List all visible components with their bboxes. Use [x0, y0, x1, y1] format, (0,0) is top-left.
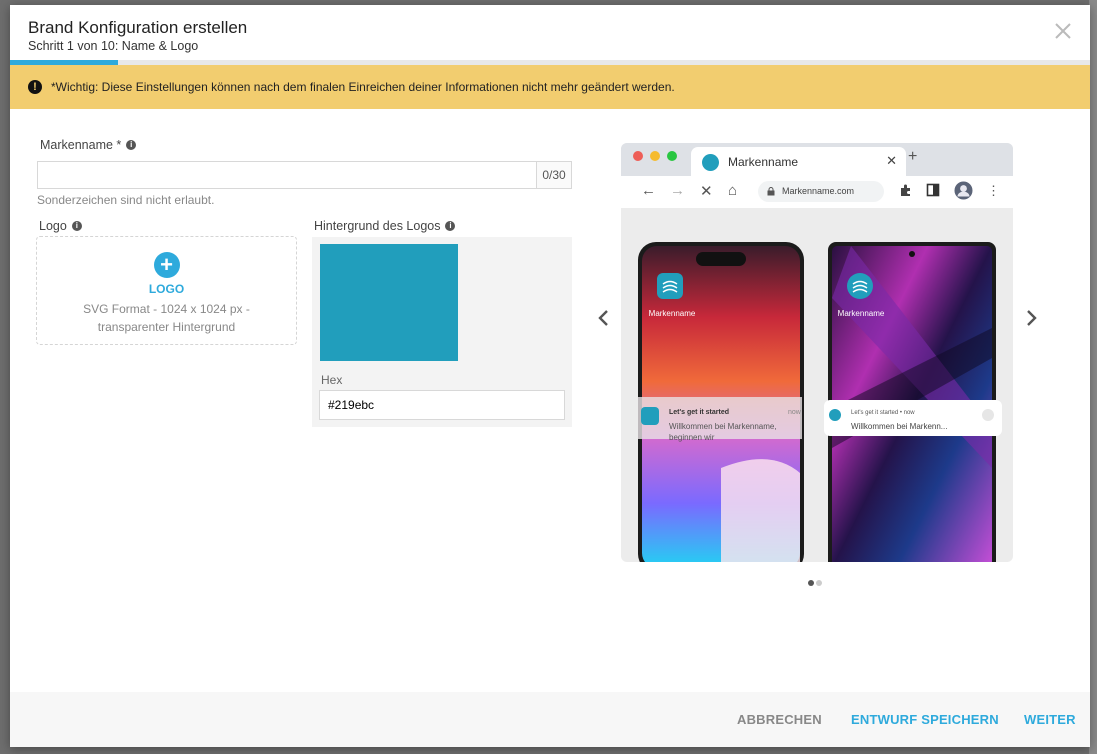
brand-name-label: Markenname * — [40, 138, 122, 152]
ios-notification-title: Let's get it started — [669, 409, 730, 416]
chevron-left-icon[interactable] — [596, 306, 612, 330]
logo-label: Logo — [39, 219, 67, 233]
tab-close-icon: ✕ — [886, 153, 897, 168]
more-icon: ⋮ — [987, 183, 1000, 198]
carousel-dot[interactable] — [816, 580, 822, 586]
forward-icon: → — [670, 182, 685, 199]
dialog-footer: ABBRECHEN ENTWURF SPEICHERN WEITER — [10, 692, 1090, 747]
browser-toolbar: ← → ✕ ⌂ Markenname.com ⋮ — [621, 176, 1013, 208]
new-tab-icon: + — [908, 148, 918, 165]
exclamation-icon: ! — [28, 80, 42, 94]
window-minimize-dot — [650, 151, 660, 161]
step-indicator: Schritt 1 von 10: Name & Logo — [28, 39, 199, 53]
add-icon: + — [153, 252, 180, 278]
chevron-right-icon[interactable] — [1023, 306, 1039, 330]
android-app-name: Markenname — [837, 309, 885, 318]
side-panel-icon — [926, 183, 940, 197]
brand-logo-icon — [702, 154, 719, 171]
brand-name-label-row: Markenname * i — [40, 138, 137, 152]
warning-text: *Wichtig: Diese Einstellungen können nac… — [51, 80, 675, 94]
home-icon: ⌂ — [728, 182, 738, 199]
color-swatch[interactable] — [320, 244, 458, 361]
background-page — [1089, 0, 1097, 754]
info-icon[interactable]: i — [126, 140, 137, 150]
extensions-icon — [901, 184, 910, 196]
notification-preview: Markenname ✕ + ← → ✕ ⌂ Markenname.com ⋮ … — [621, 143, 1013, 562]
profile-avatar-icon — [954, 181, 973, 200]
brand-name-hint: Sonderzeichen sind nicht erlaubt. — [37, 193, 215, 207]
cancel-button[interactable]: ABBRECHEN — [737, 712, 822, 727]
hex-label: Hex — [321, 373, 343, 387]
color-picker-panel: Hex — [312, 237, 572, 427]
browser-tab-title: Markenname — [728, 155, 799, 169]
logo-upload-label: LOGO — [148, 282, 185, 296]
hex-input[interactable] — [319, 390, 565, 420]
ios-app-name: Markenname — [648, 309, 696, 318]
logo-label-row: Logo i — [39, 219, 82, 233]
save-draft-button[interactable]: ENTWURF SPEICHERN — [851, 712, 999, 727]
logo-format-hint: SVG Format - 1024 x 1024 px - transparen… — [83, 302, 250, 334]
phones-illustration — [638, 242, 1002, 562]
logo-bg-label: Hintergrund des Logos — [314, 219, 441, 233]
browser-tab-bar: Markenname ✕ + — [621, 143, 1013, 176]
logo-bg-label-row: Hintergrund des Logos i — [314, 219, 456, 233]
window-maximize-dot — [667, 151, 677, 161]
logo-upload-area[interactable]: + LOGO SVG Format - 1024 x 1024 px - tra… — [36, 236, 297, 345]
info-icon[interactable]: i — [71, 221, 82, 231]
android-notification-text: Willkommen bei Markenn... — [851, 422, 948, 431]
brand-name-input[interactable] — [37, 161, 536, 189]
info-icon[interactable]: i — [445, 221, 456, 231]
warning-banner: ! *Wichtig: Diese Einstellungen können n… — [10, 65, 1090, 109]
carousel-dot[interactable] — [808, 580, 814, 586]
stop-icon: ✕ — [700, 183, 713, 200]
address-bar: Markenname.com — [758, 181, 884, 202]
ios-notification-text: Willkommen bei Markenname, beginnen wir — [669, 422, 777, 442]
next-button[interactable]: WEITER — [1024, 712, 1076, 727]
dialog-title: Brand Konfiguration erstellen — [28, 18, 248, 37]
lock-icon — [767, 187, 775, 196]
android-notification-title: Let's get it started • now — [851, 410, 915, 416]
window-close-dot — [633, 151, 643, 161]
brand-config-dialog: Brand Konfiguration erstellen Schritt 1 … — [10, 5, 1090, 747]
browser-tab: Markenname ✕ — [691, 147, 906, 176]
url-text: Markenname.com — [782, 186, 855, 196]
close-icon[interactable] — [1052, 20, 1074, 42]
back-icon: ← — [641, 182, 656, 199]
carousel-indicator — [808, 573, 824, 591]
character-counter: 0/30 — [536, 161, 572, 189]
ios-notification-time: now — [788, 409, 801, 416]
